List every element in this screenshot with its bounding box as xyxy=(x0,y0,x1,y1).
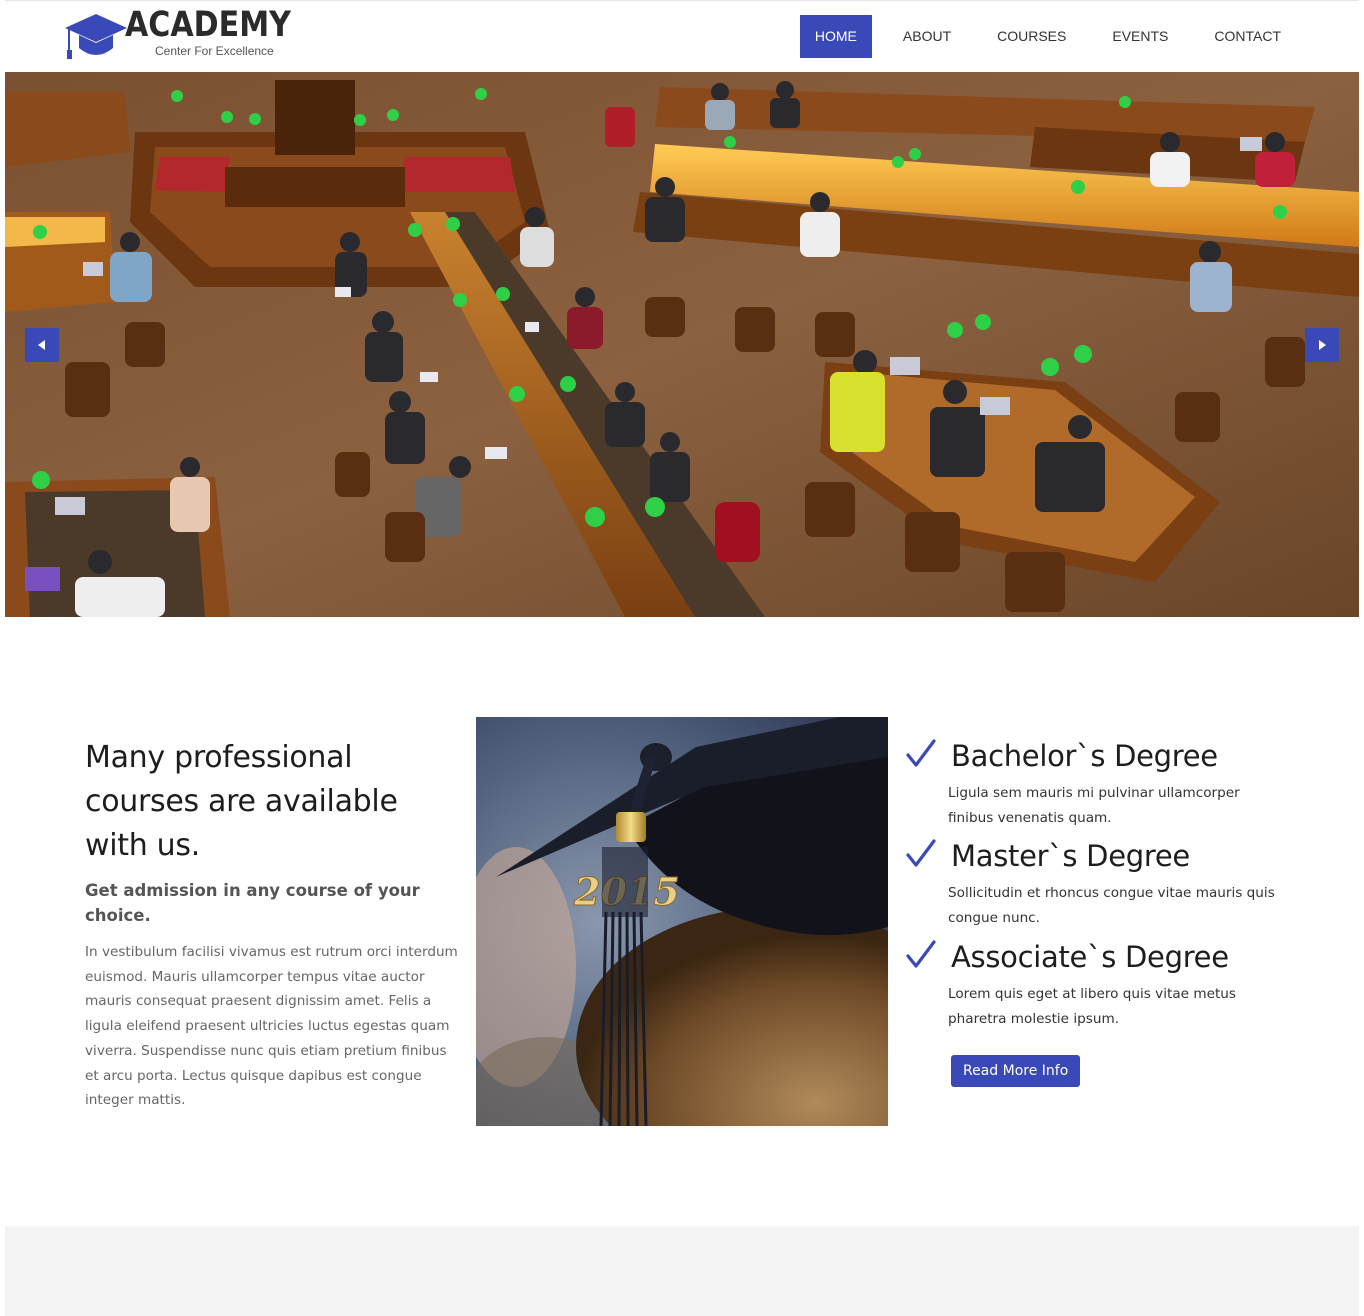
checkmark-icon xyxy=(906,739,936,767)
slider-prev-button[interactable] xyxy=(25,328,59,362)
degree-title: Bachelor`s Degree xyxy=(951,739,1218,773)
brand-tagline: Center For Excellence xyxy=(155,44,274,58)
footer-section xyxy=(5,1226,1359,1316)
slider-next-button[interactable] xyxy=(1305,328,1339,362)
site-header: ACADEMY Center For Excellence HOME ABOUT… xyxy=(5,0,1359,72)
degree-item: Bachelor`s Degree Ligula sem mauris mi p… xyxy=(905,734,1275,830)
caret-right-icon xyxy=(1319,340,1326,350)
intro-subheading: Get admission in any course of your choi… xyxy=(85,881,420,925)
degree-title: Master`s Degree xyxy=(951,839,1190,874)
checkmark-icon xyxy=(906,940,936,968)
nav-item-about[interactable]: ABOUT xyxy=(888,15,966,58)
intro-section: Many professional courses are available … xyxy=(85,736,460,1113)
hero-slider xyxy=(5,72,1359,617)
nav-item-contact[interactable]: CONTACT xyxy=(1199,15,1296,58)
main-nav: HOME ABOUT COURSES EVENTS CONTACT xyxy=(799,15,1296,58)
read-more-button[interactable]: Read More Info xyxy=(951,1055,1081,1088)
degree-item: Master`s Degree Sollicitudin et rhoncus … xyxy=(905,834,1275,930)
caret-left-icon xyxy=(38,340,45,350)
nav-item-home[interactable]: HOME xyxy=(799,15,872,58)
nav-item-events[interactable]: EVENTS xyxy=(1097,15,1183,58)
degree-text: Lorem quis eget at libero quis vitae met… xyxy=(948,985,1236,1027)
hero-library-image xyxy=(5,72,1359,617)
degree-title: Associate`s Degree xyxy=(951,939,1229,974)
degree-text: Ligula sem mauris mi pulvinar ullamcorpe… xyxy=(948,785,1240,826)
nav-item-courses[interactable]: COURSES xyxy=(982,15,1081,58)
degree-text: Sollicitudin et rhoncus congue vitae mau… xyxy=(948,885,1275,927)
checkmark-icon xyxy=(906,839,936,868)
brand-name: ACADEMY xyxy=(125,5,291,45)
graduation-cap-photo: 2015 xyxy=(476,717,888,1126)
intro-body: In vestibulum facilisi vivamus est rutru… xyxy=(85,944,458,1109)
intro-heading: Many professional courses are available … xyxy=(85,740,398,863)
degrees-list: Bachelor`s Degree Ligula sem mauris mi p… xyxy=(905,734,1275,1088)
site-logo[interactable]: ACADEMY Center For Excellence xyxy=(65,5,305,65)
degree-item: Associate`s Degree Lorem quis eget at li… xyxy=(905,935,1275,1031)
graduation-cap-icon xyxy=(65,14,127,59)
